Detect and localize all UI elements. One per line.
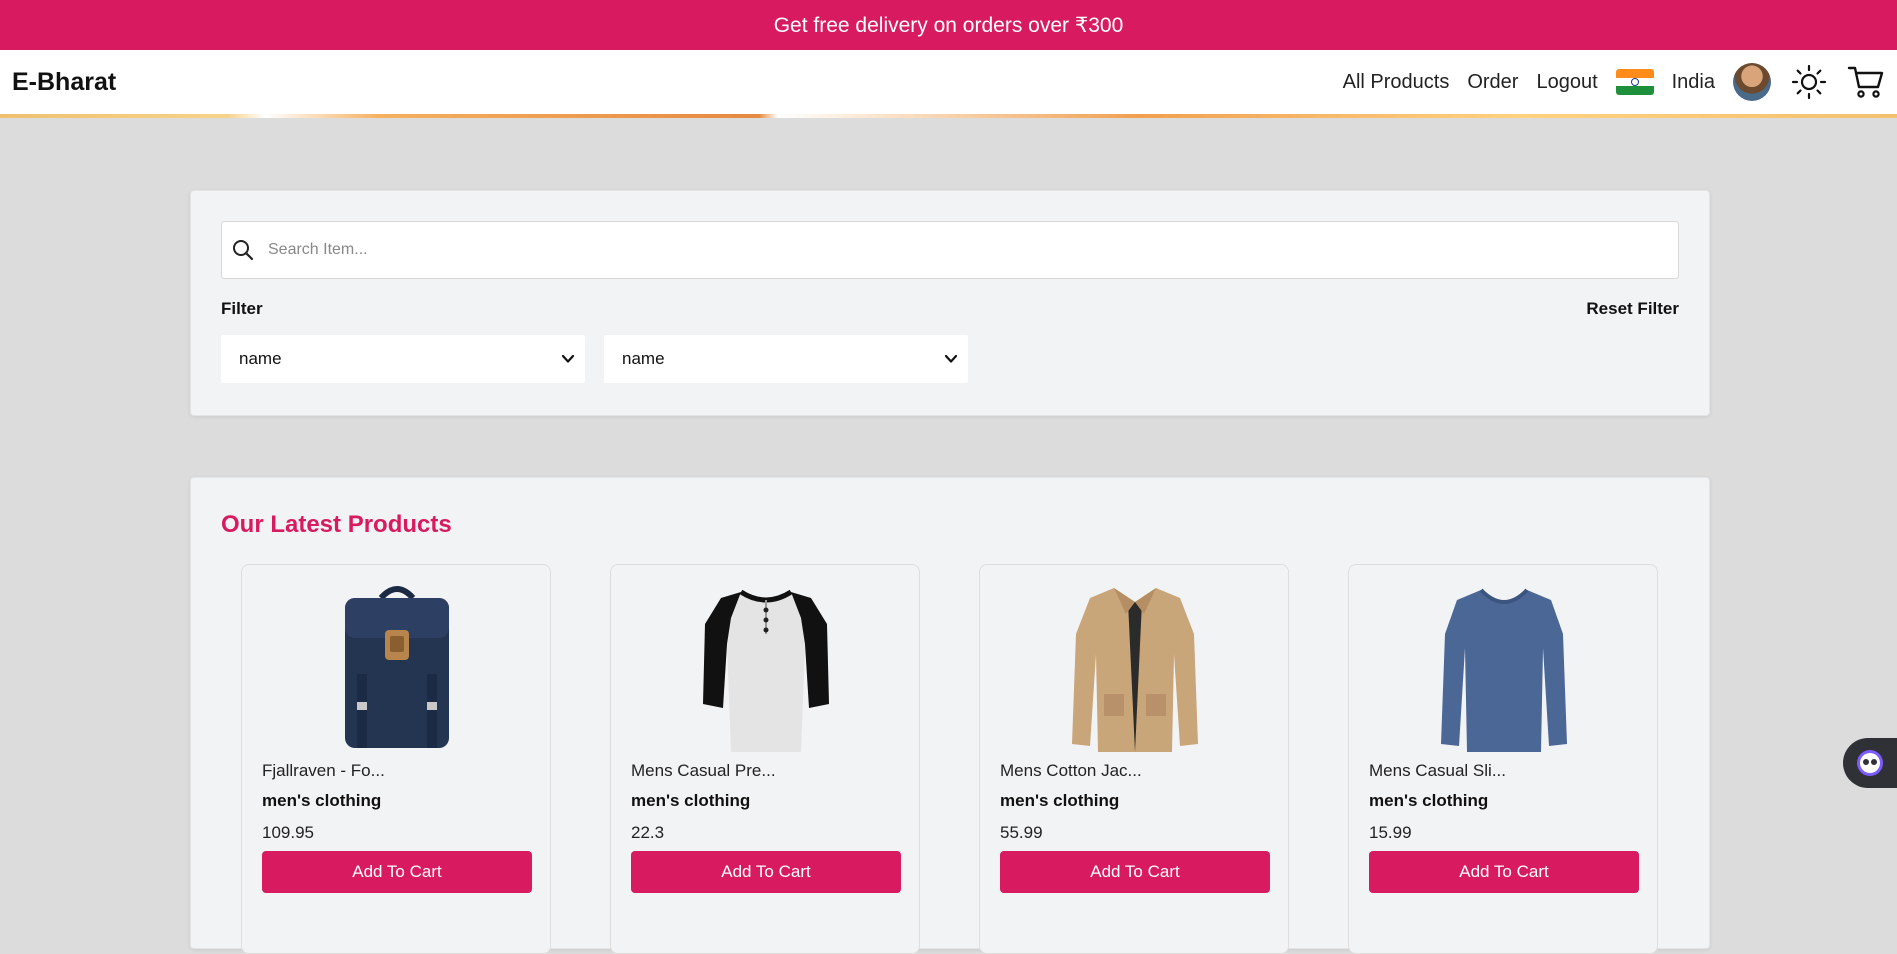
product-title: Mens Casual Sli... xyxy=(1369,761,1506,780)
reset-filter-button[interactable]: Reset Filter xyxy=(1586,299,1679,319)
promo-banner: Get free delivery on orders over ₹300 xyxy=(0,0,1897,50)
chatbot-icon xyxy=(1855,748,1885,778)
filter-panel: Filter Reset Filter name name xyxy=(190,190,1710,416)
avatar[interactable] xyxy=(1733,63,1771,101)
filter-select-1[interactable]: name xyxy=(221,335,585,383)
section-title: Our Latest Products xyxy=(221,511,452,538)
product-card[interactable]: Fjallraven - Fo... men's clothing 109.95… xyxy=(241,564,551,954)
search-input[interactable] xyxy=(266,240,1650,260)
nav-link-order[interactable]: Order xyxy=(1467,71,1518,94)
product-image-slim-tee[interactable] xyxy=(1349,583,1659,753)
add-to-cart-button[interactable]: Add To Cart xyxy=(1369,851,1639,893)
product-category: men's clothing xyxy=(1369,791,1489,810)
product-image-henley[interactable] xyxy=(611,583,921,753)
product-card[interactable]: Mens Casual Sli... men's clothing 15.99 … xyxy=(1348,564,1658,954)
hero-banner-edge xyxy=(0,114,1897,118)
add-to-cart-button[interactable]: Add To Cart xyxy=(262,851,532,893)
add-to-cart-button[interactable]: Add To Cart xyxy=(1000,851,1270,893)
filter-select-1-value: name xyxy=(239,349,282,368)
product-card[interactable]: Mens Casual Pre... men's clothing 22.3 A… xyxy=(610,564,920,954)
product-price: 15.99 xyxy=(1369,823,1412,842)
product-price: 109.95 xyxy=(262,823,314,842)
brand-logo[interactable]: E-Bharat xyxy=(12,68,116,97)
product-title: Fjallraven - Fo... xyxy=(262,761,385,780)
sun-icon[interactable] xyxy=(1791,64,1827,100)
product-title: Mens Cotton Jac... xyxy=(1000,761,1142,780)
filter-select-2[interactable]: name xyxy=(604,335,968,383)
latest-products-section: Our Latest Products Fjallraven - Fo... m… xyxy=(190,477,1710,954)
product-title: Mens Casual Pre... xyxy=(631,761,776,780)
product-category: men's clothing xyxy=(631,791,751,810)
chatbot-launcher[interactable] xyxy=(1843,738,1897,788)
product-price: 22.3 xyxy=(631,823,665,842)
filter-select-2-value: name xyxy=(622,349,665,368)
product-card[interactable]: Mens Cotton Jac... men's clothing 55.99 … xyxy=(979,564,1289,954)
search-box xyxy=(221,221,1679,279)
nav-link-all-products[interactable]: All Products xyxy=(1343,71,1450,94)
add-to-cart-button[interactable]: Add To Cart xyxy=(631,851,901,893)
nav-links: All Products Order Logout India xyxy=(1343,50,1897,114)
country-label[interactable]: India xyxy=(1672,71,1715,94)
navbar: E-Bharat All Products Order Logout India xyxy=(0,50,1897,114)
product-category: men's clothing xyxy=(1000,791,1120,810)
filter-label: Filter xyxy=(221,299,263,318)
chevron-down-icon xyxy=(561,352,575,366)
search-icon xyxy=(232,239,254,261)
product-category: men's clothing xyxy=(262,791,382,810)
product-image-backpack[interactable] xyxy=(242,583,552,753)
cart-icon[interactable] xyxy=(1847,65,1885,99)
product-price: 55.99 xyxy=(1000,823,1043,842)
chevron-down-icon xyxy=(944,352,958,366)
promo-text: Get free delivery on orders over ₹300 xyxy=(773,13,1124,37)
nav-link-logout[interactable]: Logout xyxy=(1536,71,1597,94)
flag-india-icon xyxy=(1615,69,1654,95)
product-image-jacket[interactable] xyxy=(980,583,1290,753)
